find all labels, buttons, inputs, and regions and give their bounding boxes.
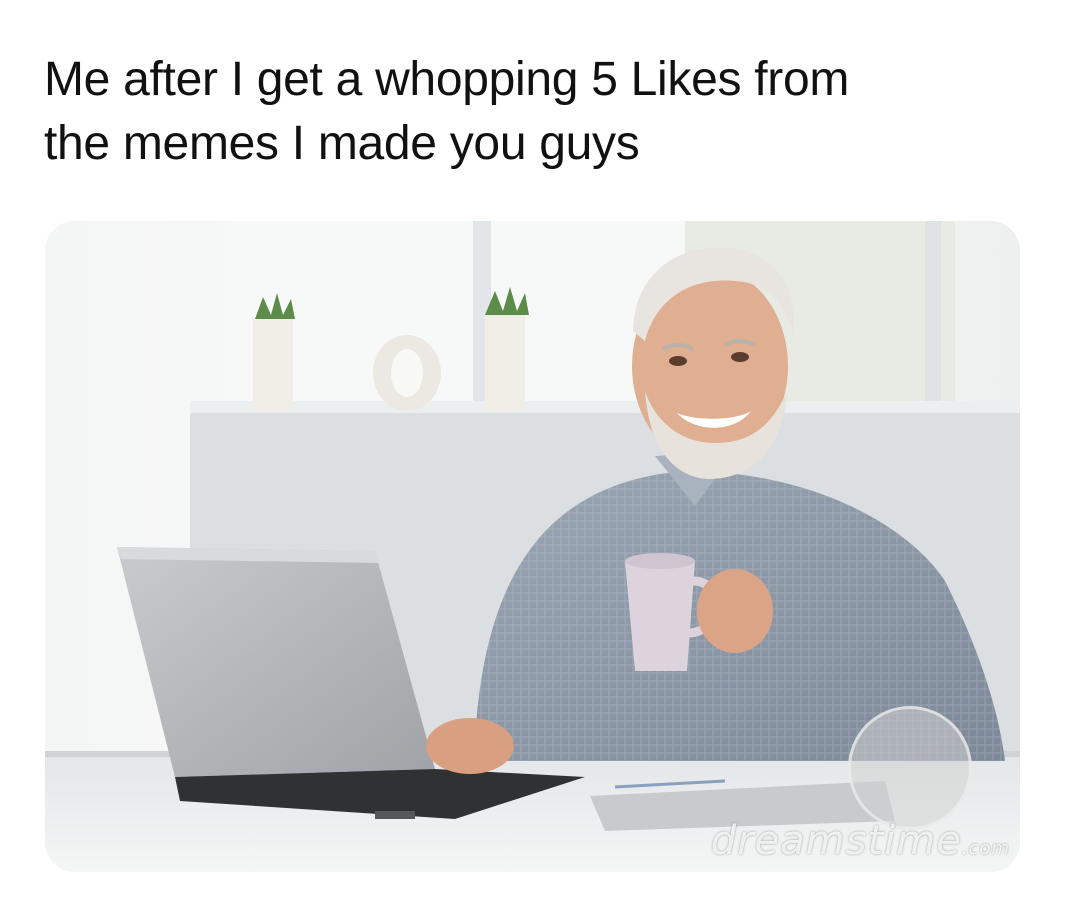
caption-line-1: Me after I get a whopping 5 Likes from [44,53,850,106]
watermark-tld: .com [961,838,1010,859]
plant-left [253,293,295,411]
meme-photo: dreamstime.com [45,221,1020,872]
meme-page: Me after I get a whopping 5 Likes from t… [0,0,1065,918]
meme-caption: Me after I get a whopping 5 Likes from t… [44,48,1004,176]
watermark: dreamstime.com [711,818,1010,864]
ring-ornament [373,335,441,411]
watermark-text: dreamstime [710,818,962,864]
caption-line-2: the memes I made you guys [44,117,640,170]
watermark-stamp [848,706,972,830]
plant-right [485,287,529,411]
